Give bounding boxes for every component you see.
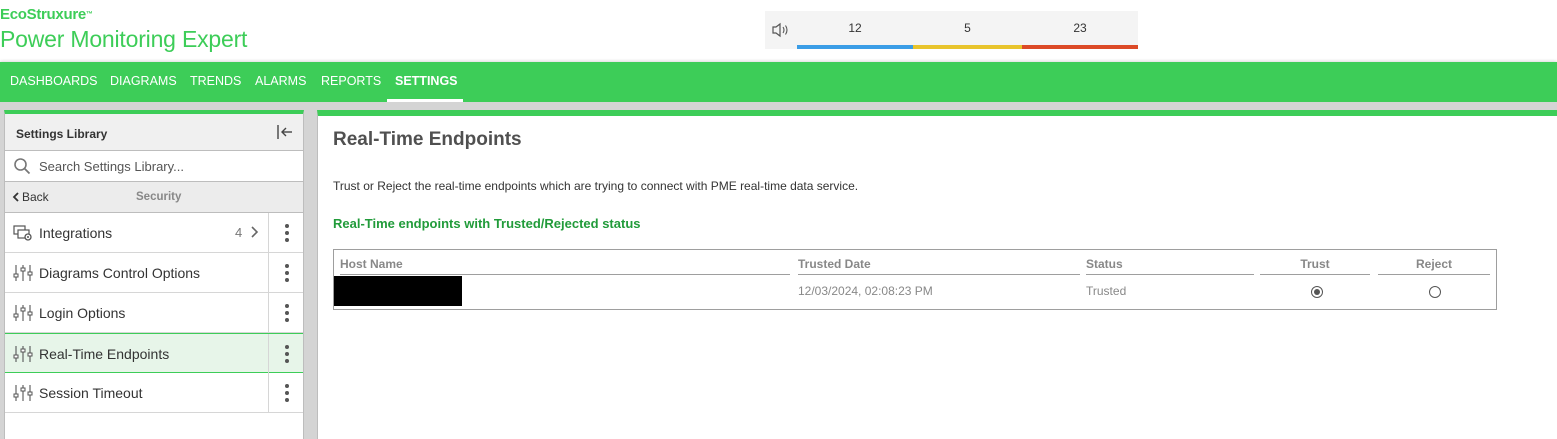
library-item-real-time-endpoints[interactable]: Real-Time Endpoints xyxy=(5,333,303,373)
more-options-button[interactable] xyxy=(268,293,303,332)
collapse-panel-icon[interactable] xyxy=(275,122,295,142)
back-label: Back xyxy=(22,190,49,204)
column-header-trusted-date[interactable]: Trusted Date xyxy=(798,257,1080,275)
brand-logo: EcoStruxure™ Power Monitoring Expert xyxy=(0,6,247,54)
speaker-icon[interactable] xyxy=(771,22,791,38)
column-header-host-name[interactable]: Host Name xyxy=(340,257,790,275)
trust-radio[interactable] xyxy=(1311,286,1323,298)
column-header-trust[interactable]: Trust xyxy=(1260,257,1370,275)
brand-name: EcoStruxure™ xyxy=(0,6,93,23)
section-label: Security xyxy=(136,191,182,203)
library-item-session-timeout[interactable]: Session Timeout xyxy=(5,373,303,413)
library-header: Settings Library xyxy=(5,114,303,151)
search-icon xyxy=(14,158,31,175)
alarm-bar-low xyxy=(797,45,913,49)
nav-diagrams[interactable]: DIAGRAMS xyxy=(102,62,185,102)
settings-library-panel: Settings Library Back Security Integrati… xyxy=(4,110,304,439)
alarm-bar-high xyxy=(1022,45,1138,49)
alarm-count-medium[interactable]: 5 xyxy=(913,11,1022,49)
status-cell: Trusted xyxy=(1086,284,1127,298)
reject-radio[interactable] xyxy=(1429,286,1441,298)
alarm-count-high[interactable]: 23 xyxy=(1022,11,1138,49)
sliders-icon xyxy=(13,346,33,362)
search-input[interactable] xyxy=(39,156,294,176)
nav-trends[interactable]: TRENDS xyxy=(182,62,249,102)
more-options-button[interactable] xyxy=(268,213,303,252)
library-item-label: Session Timeout xyxy=(39,385,143,401)
alarm-summary[interactable]: 12 5 23 xyxy=(765,11,1138,49)
library-item-label: Diagrams Control Options xyxy=(39,265,201,281)
integrations-icon xyxy=(13,225,32,241)
library-search xyxy=(5,151,303,182)
sliders-icon xyxy=(13,305,33,321)
trusted-date-cell: 12/03/2024, 02:08:23 PM xyxy=(798,284,933,298)
chevron-left-icon xyxy=(12,192,19,202)
column-header-status[interactable]: Status xyxy=(1086,257,1254,275)
chevron-right-icon xyxy=(251,226,259,238)
back-button[interactable]: Back xyxy=(12,190,49,204)
more-options-button[interactable] xyxy=(268,334,303,373)
host-name-redacted xyxy=(334,276,462,306)
nav-reports[interactable]: REPORTS xyxy=(313,62,389,102)
nav-settings[interactable]: SETTINGS xyxy=(387,62,463,102)
library-item-diagrams-control-options[interactable]: Diagrams Control Options xyxy=(5,253,303,293)
product-title: Power Monitoring Expert xyxy=(0,26,248,52)
sliders-icon xyxy=(13,265,33,281)
column-header-reject[interactable]: Reject xyxy=(1378,257,1490,275)
library-item-label: Real-Time Endpoints xyxy=(39,346,170,362)
page-description: Trust or Reject the real-time endpoints … xyxy=(333,179,859,193)
back-row: Back Security xyxy=(5,182,303,213)
library-title: Settings Library xyxy=(16,127,108,141)
main-content: Real-Time Endpoints Trust or Reject the … xyxy=(317,110,1557,439)
nav-dashboards[interactable]: DASHBOARDS xyxy=(2,62,106,102)
sliders-icon xyxy=(13,385,33,401)
alarm-count-low[interactable]: 12 xyxy=(797,11,913,49)
page-title: Real-Time Endpoints xyxy=(333,129,522,150)
more-options-button[interactable] xyxy=(268,373,303,412)
library-item-login-options[interactable]: Login Options xyxy=(5,293,303,333)
endpoints-table: Host Name Trusted Date Status Trust Reje… xyxy=(333,249,1497,310)
more-options-button[interactable] xyxy=(268,253,303,292)
alarm-bar-medium xyxy=(913,45,1022,49)
section-heading: Real-Time endpoints with Trusted/Rejecte… xyxy=(333,216,641,231)
library-item-label: Login Options xyxy=(39,305,126,321)
app-header: EcoStruxure™ Power Monitoring Expert 12 … xyxy=(0,0,1557,62)
main-nav: DASHBOARDS DIAGRAMS TRENDS ALARMS REPORT… xyxy=(0,62,1557,102)
library-item-label: Integrations xyxy=(39,225,113,241)
nav-alarms[interactable]: ALARMS xyxy=(247,62,314,102)
library-item-integrations[interactable]: Integrations 4 xyxy=(5,213,303,253)
item-count: 4 xyxy=(235,225,243,240)
